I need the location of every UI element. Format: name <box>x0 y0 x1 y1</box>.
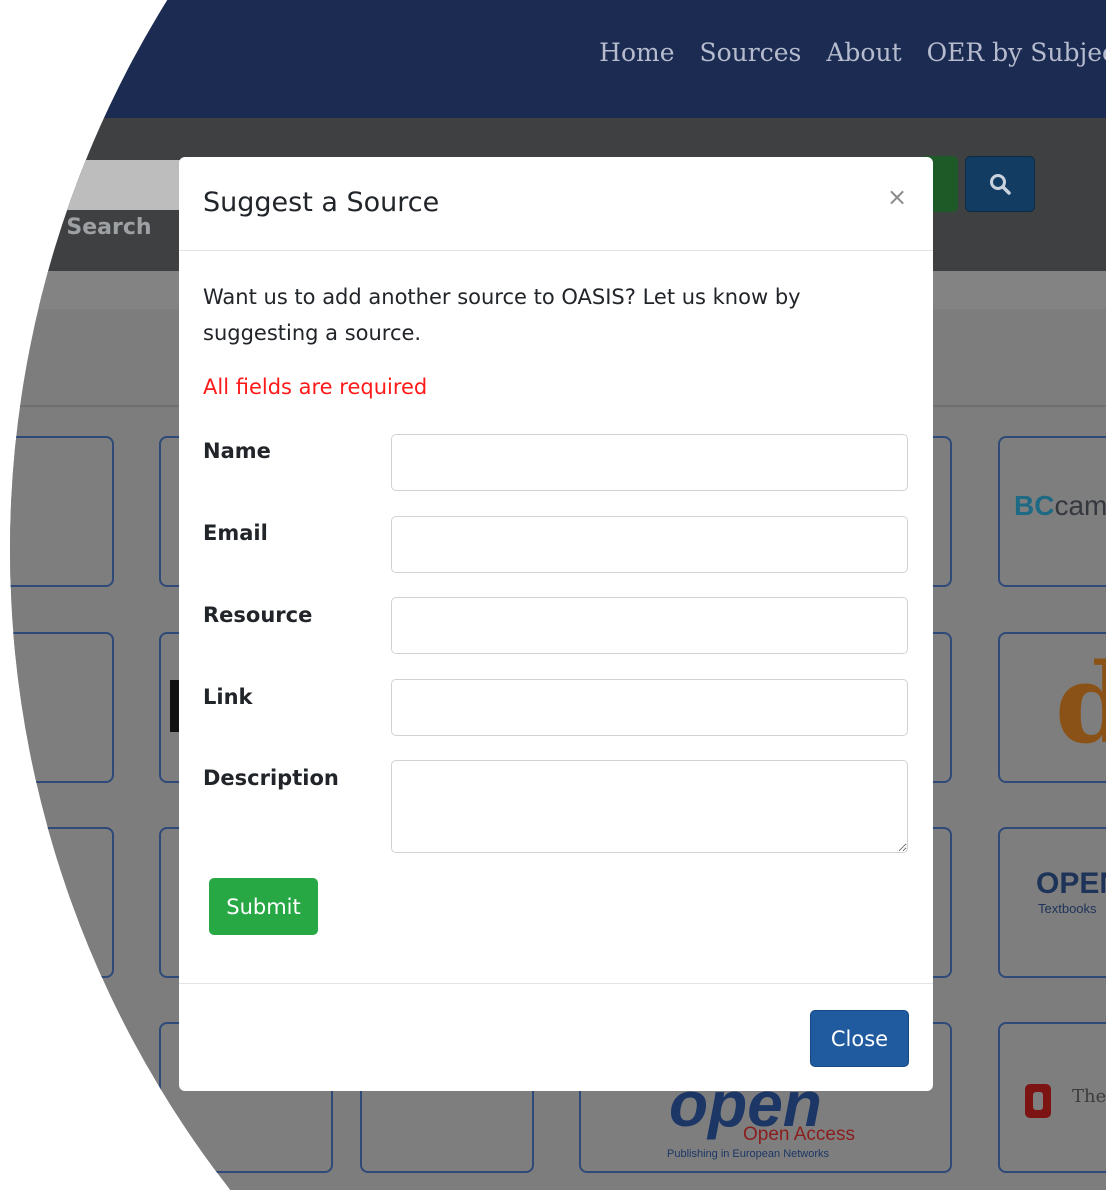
d-logo: d <box>1055 639 1106 768</box>
close-icon[interactable]: × <box>887 183 907 211</box>
source-card-bccampus[interactable]: BCcam <box>998 436 1106 587</box>
modal-header: Suggest a Source × <box>179 157 933 251</box>
bccampus-logo-bc: BC <box>1014 490 1055 521</box>
link-field[interactable] <box>391 679 908 736</box>
bccampus-logo: BCcam <box>1014 490 1106 522</box>
bccampus-logo-cam: cam <box>1054 490 1106 521</box>
source-card-d[interactable]: d <box>998 632 1106 783</box>
nav-home[interactable]: Home <box>599 38 674 67</box>
oapen-open-access: Open Access <box>743 1124 855 1145</box>
email-field[interactable] <box>391 516 908 573</box>
page-viewport: Home Sources About OER by Subjec ced Sea… <box>10 0 1106 1190</box>
top-navbar: Home Sources About OER by Subjec <box>10 0 1106 118</box>
description-field[interactable] <box>391 760 908 853</box>
advanced-search-link[interactable]: ced Search <box>15 215 152 240</box>
required-note: All fields are required <box>203 375 428 399</box>
description-label: Description <box>203 766 339 790</box>
nav-about[interactable]: About <box>826 38 901 67</box>
name-label: Name <box>203 439 271 463</box>
source-card[interactable] <box>10 436 114 587</box>
source-card-open-textbooks[interactable]: OPEN Textbooks <box>998 827 1106 978</box>
resource-label: Resource <box>203 603 313 627</box>
open-textbooks-sub: Textbooks <box>1038 901 1097 916</box>
main-nav: Home Sources About OER by Subjec <box>599 38 1106 67</box>
search-icon <box>990 174 1011 195</box>
source-card[interactable] <box>10 827 114 978</box>
email-label: Email <box>203 521 268 545</box>
nav-oer-by-subject[interactable]: OER by Subjec <box>927 38 1106 67</box>
modal-intro: Want us to add another source to OASIS? … <box>203 285 801 345</box>
open-textbooks-logo: OPEN <box>1036 867 1106 900</box>
close-button[interactable]: Close <box>810 1010 909 1067</box>
submit-button[interactable]: Submit <box>209 878 318 935</box>
modal-title: Suggest a Source <box>203 187 440 218</box>
modal-footer-divider <box>179 983 933 984</box>
source-card-osu[interactable]: The <box>998 1022 1106 1173</box>
suggest-source-modal: Suggest a Source × Want us to add anothe… <box>179 157 933 1091</box>
source-card[interactable] <box>10 632 114 783</box>
search-input[interactable] <box>10 160 190 210</box>
nav-sources[interactable]: Sources <box>700 38 802 67</box>
resource-field[interactable] <box>391 597 908 654</box>
osu-logo-text: The <box>1072 1086 1106 1107</box>
name-field[interactable] <box>391 434 908 491</box>
osu-block-o-icon <box>1025 1084 1051 1118</box>
search-button[interactable] <box>965 156 1035 212</box>
oapen-subtitle: Publishing in European Networks <box>667 1148 830 1160</box>
link-label: Link <box>203 685 253 709</box>
